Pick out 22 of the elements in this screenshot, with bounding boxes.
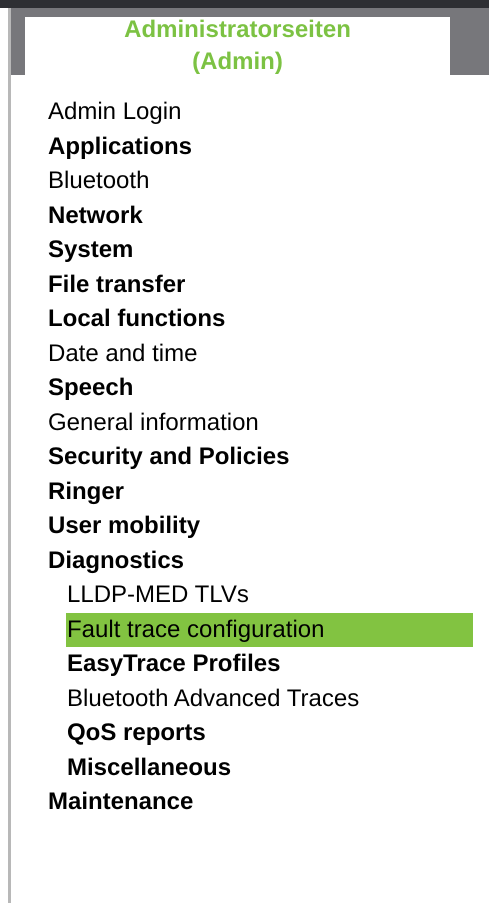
menu-item[interactable]: Date and time: [48, 336, 473, 371]
menu-item[interactable]: Network: [48, 198, 473, 233]
menu-item[interactable]: QoS reports: [66, 716, 473, 750]
menu-item[interactable]: Local functions: [48, 302, 473, 336]
menu-item[interactable]: Bluetooth Advanced Traces: [66, 682, 473, 716]
menu-item[interactable]: Ringer: [48, 474, 473, 509]
menu-item[interactable]: Fault trace configuration: [66, 612, 473, 647]
page-title: Administratorseiten (Admin): [123, 15, 352, 77]
menu-item[interactable]: Applications: [48, 130, 473, 164]
menu-item[interactable]: Miscellaneous: [66, 750, 473, 785]
menu-item[interactable]: EasyTrace Profiles: [66, 647, 473, 682]
menu-item[interactable]: LLDP-MED TLVs: [66, 578, 473, 612]
menu-item[interactable]: System: [48, 233, 473, 268]
menu-item[interactable]: Bluetooth: [48, 164, 473, 198]
menu-item[interactable]: User mobility: [48, 509, 473, 544]
menu-item[interactable]: Security and Policies: [48, 440, 473, 474]
menu-item[interactable]: Speech: [48, 371, 473, 406]
menu-item[interactable]: General information: [48, 406, 473, 440]
menu-item[interactable]: Maintenance: [48, 785, 473, 820]
menu-item[interactable]: Diagnostics: [48, 544, 473, 578]
menu-item[interactable]: Admin Login: [48, 95, 473, 130]
menu-item[interactable]: File transfer: [48, 268, 473, 302]
